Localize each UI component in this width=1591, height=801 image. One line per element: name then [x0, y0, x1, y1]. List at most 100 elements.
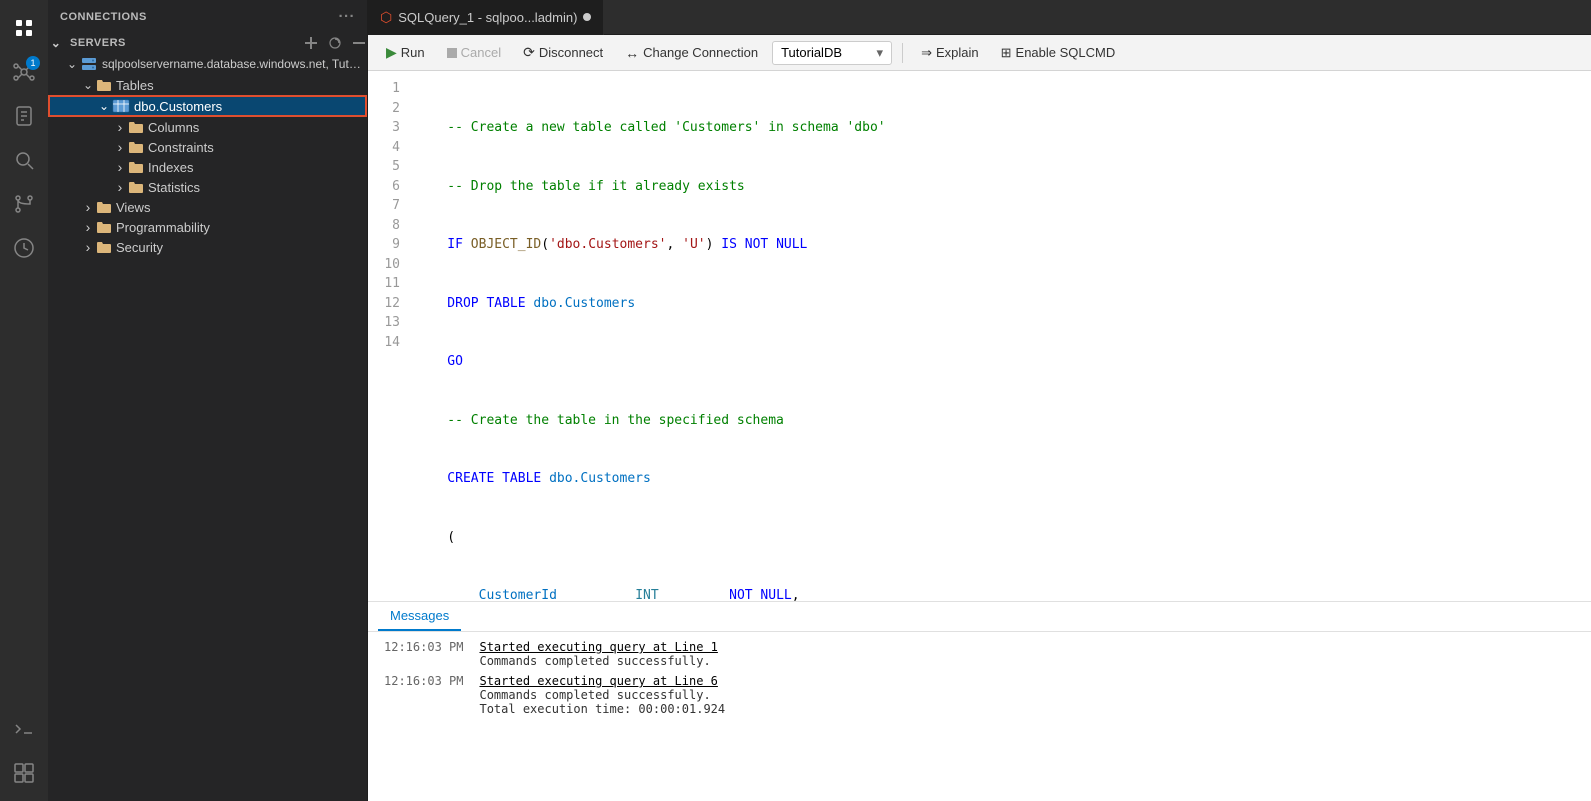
messages-tabs: Messages — [368, 602, 1591, 632]
search-icon[interactable] — [4, 140, 44, 180]
constraints-node[interactable]: Constraints — [48, 137, 367, 157]
constraints-chevron — [112, 139, 128, 155]
indexes-folder-icon — [128, 159, 144, 175]
statistics-folder-icon — [128, 179, 144, 195]
line-numbers: 1 2 3 4 5 6 7 8 9 10 11 12 13 14 — [368, 71, 408, 601]
messages-panel: Messages 12:16:03 PM Started executing q… — [368, 601, 1591, 801]
cancel-button[interactable]: Cancel — [439, 42, 509, 63]
dbo-customers-chevron — [96, 98, 112, 114]
change-connection-icon: ↔ — [625, 45, 639, 61]
activity-bar: 1 — [0, 0, 48, 801]
columns-node[interactable]: Columns — [48, 117, 367, 137]
security-chevron — [80, 239, 96, 255]
views-node[interactable]: Views — [48, 197, 367, 217]
notification-badge: 1 — [26, 56, 40, 70]
indexes-label: Indexes — [148, 160, 367, 175]
msg-body-1: Started executing query at Line 1 Comman… — [479, 640, 717, 668]
programmability-label: Programmability — [116, 220, 367, 235]
run-button[interactable]: ▶ Run — [378, 41, 433, 64]
chevron-down-icon: ▾ — [877, 45, 884, 61]
connections-label: CONNECTIONS — [60, 11, 147, 23]
folder-icon — [96, 77, 112, 93]
explorer-icon[interactable] — [4, 8, 44, 48]
cancel-icon — [447, 48, 457, 58]
tab-bar: ⬡ SQLQuery_1 - sqlpoo...ladmin) — [368, 0, 1591, 35]
terminal-icon[interactable] — [4, 709, 44, 749]
views-label: Views — [116, 200, 367, 215]
run-icon: ▶ — [386, 44, 397, 61]
cancel-label: Cancel — [461, 45, 501, 60]
collapse-all-icon[interactable] — [351, 35, 367, 51]
msg-time-1: 12:16:03 PM — [384, 640, 463, 668]
sqlcmd-icon: ⊞ — [1001, 45, 1012, 61]
editor-toolbar: ▶ Run Cancel ⟳ Disconnect ↔ Change Conne… — [368, 35, 1591, 71]
explain-button[interactable]: ⇒ Explain — [913, 42, 987, 64]
msg-sub-1: Commands completed successfully. — [479, 654, 717, 668]
tables-node[interactable]: Tables — [48, 75, 367, 95]
extensions-icon[interactable] — [4, 753, 44, 793]
more-actions-icon[interactable]: ··· — [339, 8, 356, 25]
run-history-icon[interactable] — [4, 228, 44, 268]
columns-folder-icon — [128, 119, 144, 135]
enable-sqlcmd-button[interactable]: ⊞ Enable SQLCMD — [993, 42, 1124, 64]
new-connection-icon[interactable] — [303, 35, 319, 51]
server-chevron — [64, 56, 80, 72]
msg-sub-2b: Total execution time: 00:00:01.924 — [479, 702, 725, 716]
disconnect-icon: ⟳ — [523, 44, 535, 61]
dbo-customers-node[interactable]: dbo.Customers — [48, 95, 367, 117]
statistics-node[interactable]: Statistics — [48, 177, 367, 197]
tab-unsaved-dot — [583, 13, 591, 21]
explain-label: Explain — [936, 45, 979, 60]
main-content: ⬡ SQLQuery_1 - sqlpoo...ladmin) ▶ Run Ca… — [368, 0, 1591, 801]
code-editor[interactable]: -- Create a new table called 'Customers'… — [408, 71, 1591, 601]
constraints-label: Constraints — [148, 140, 367, 155]
indexes-node[interactable]: Indexes — [48, 157, 367, 177]
sidebar-header-actions: ··· — [339, 8, 356, 25]
message-row-1: 12:16:03 PM Started executing query at L… — [384, 640, 1575, 668]
constraints-folder-icon — [128, 139, 144, 155]
programmability-node[interactable]: Programmability — [48, 217, 367, 237]
security-folder-icon — [96, 239, 112, 255]
code-container: 1 2 3 4 5 6 7 8 9 10 11 12 13 14 -- Crea… — [368, 71, 1591, 601]
database-name: TutorialDB — [781, 45, 842, 60]
messages-tab[interactable]: Messages — [378, 602, 461, 631]
disconnect-button[interactable]: ⟳ Disconnect — [515, 41, 611, 64]
statistics-label: Statistics — [148, 180, 367, 195]
columns-label: Columns — [148, 120, 367, 135]
messages-content: 12:16:03 PM Started executing query at L… — [368, 632, 1591, 801]
notebooks-icon[interactable] — [4, 96, 44, 136]
connections-icon[interactable]: 1 — [4, 52, 44, 92]
programmability-folder-icon — [96, 219, 112, 235]
indexes-chevron — [112, 159, 128, 175]
database-dropdown[interactable]: TutorialDB ▾ — [772, 41, 892, 65]
statistics-chevron — [112, 179, 128, 195]
server-label: sqlpoolservername.database.windows.net, … — [102, 57, 367, 71]
msg-body-2: Started executing query at Line 6 Comman… — [479, 674, 725, 716]
disconnect-label: Disconnect — [539, 45, 603, 60]
toolbar-separator — [902, 43, 903, 63]
views-chevron — [80, 199, 96, 215]
tables-label: Tables — [116, 78, 367, 93]
security-label: Security — [116, 240, 367, 255]
server-node[interactable]: sqlpoolservername.database.windows.net, … — [48, 53, 367, 75]
change-connection-button[interactable]: ↔ Change Connection — [617, 42, 766, 64]
editor-area[interactable]: 1 2 3 4 5 6 7 8 9 10 11 12 13 14 -- Crea… — [368, 71, 1591, 601]
query-tab[interactable]: ⬡ SQLQuery_1 - sqlpoo...ladmin) — [368, 0, 604, 35]
msg-link-2: Started executing query at Line 6 — [479, 674, 725, 688]
servers-label: SERVERS — [70, 37, 126, 49]
message-row-2: 12:16:03 PM Started executing query at L… — [384, 674, 1575, 716]
server-icon — [80, 55, 98, 73]
dbo-customers-label: dbo.Customers — [134, 99, 367, 114]
refresh-icon[interactable] — [327, 35, 343, 51]
servers-section-header[interactable]: SERVERS — [48, 33, 367, 53]
security-node[interactable]: Security — [48, 237, 367, 257]
sidebar: CONNECTIONS ··· SERVERS sqlpoolservernam… — [48, 0, 368, 801]
explain-icon: ⇒ — [921, 45, 932, 61]
msg-link-1: Started executing query at Line 1 — [479, 640, 717, 654]
enable-sqlcmd-label: Enable SQLCMD — [1016, 45, 1116, 60]
table-icon — [112, 97, 130, 115]
tab-title: SQLQuery_1 - sqlpoo...ladmin) — [398, 10, 577, 25]
sidebar-header: CONNECTIONS ··· — [48, 0, 367, 33]
servers-chevron — [48, 35, 64, 51]
git-icon[interactable] — [4, 184, 44, 224]
